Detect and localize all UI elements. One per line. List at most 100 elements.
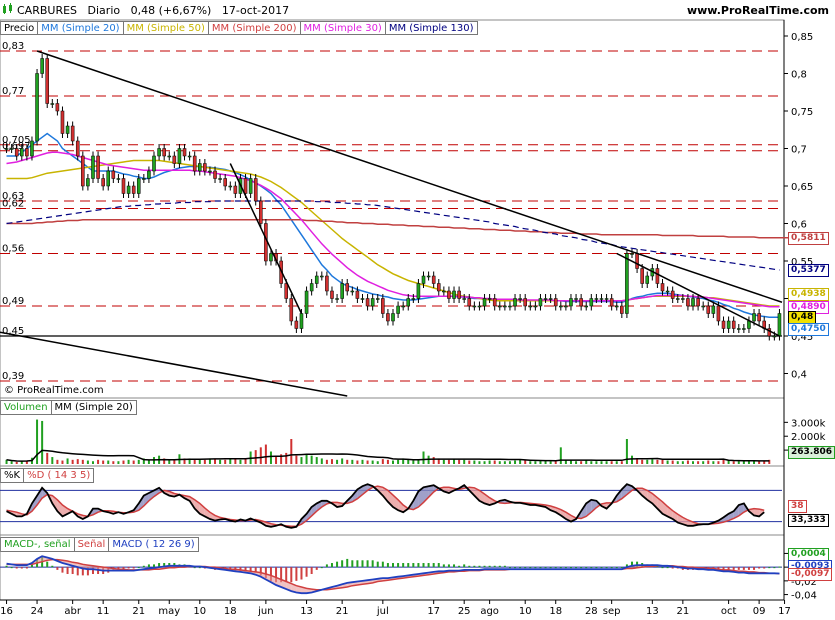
macd-hist-bar — [529, 567, 532, 569]
candles — [4, 54, 782, 341]
candle-body — [436, 283, 441, 292]
candle-body — [223, 178, 227, 187]
volume-bar — [36, 419, 39, 464]
candle-body — [233, 185, 238, 194]
volume-bar — [549, 461, 552, 464]
candle-body — [599, 298, 604, 300]
candle-body — [248, 178, 253, 194]
candle-body — [391, 313, 395, 322]
candle-body — [20, 148, 24, 157]
candle-body — [630, 253, 634, 255]
candle-body — [421, 275, 426, 284]
macd-hist-bar — [737, 567, 740, 570]
candle-body — [452, 290, 456, 299]
macd-hist-bar — [473, 565, 476, 568]
macd-hist-bar — [564, 567, 567, 569]
macd-hist-bar — [768, 567, 771, 569]
macd-hist-bar — [20, 567, 23, 569]
volume-bar — [86, 460, 89, 464]
macd-hist-bar — [498, 565, 501, 568]
macd-hist-bar — [519, 567, 522, 569]
candle-body — [472, 305, 477, 308]
candle-body — [665, 290, 670, 293]
macd-hist-bar — [524, 567, 527, 569]
macd-hist-bar — [285, 567, 288, 583]
volume-bar — [173, 459, 176, 464]
macd-hist-bar — [320, 567, 323, 569]
candle-body — [152, 155, 156, 172]
x-tick-label: 21 — [676, 606, 689, 617]
candle-body — [309, 283, 314, 292]
candle-body — [70, 125, 75, 142]
candle-body — [645, 275, 650, 284]
volume-bar — [117, 461, 120, 464]
macd-hist-bar — [503, 565, 506, 568]
macd-hist-bar — [554, 567, 557, 569]
candle-body — [635, 253, 639, 269]
volume-bar — [46, 452, 49, 464]
candle-body — [675, 298, 680, 300]
volume-bar — [625, 439, 628, 464]
macd-hist-bar — [773, 567, 776, 569]
macd-hist-bar — [5, 565, 8, 568]
macd-hist-bar — [483, 565, 486, 568]
volume-bar — [447, 459, 450, 464]
x-tick-label: 18 — [224, 606, 237, 617]
macd-hist-bar — [747, 567, 750, 570]
volume-bar — [371, 460, 374, 464]
macd-hist-bar — [330, 563, 333, 568]
volume-bar — [692, 461, 695, 464]
x-tick-label: abr — [64, 606, 81, 617]
candle-body — [9, 148, 14, 150]
candle-body — [747, 320, 751, 329]
candle-body — [55, 103, 60, 112]
volume-bar — [575, 461, 578, 464]
candle-body — [609, 298, 614, 307]
macd-hist-bar — [356, 560, 359, 568]
x-tick-label: 17 — [427, 606, 440, 617]
candle-body — [314, 275, 319, 284]
macd-hist-bar — [66, 567, 69, 574]
candle-body — [355, 290, 360, 299]
x-tick-label: 25 — [458, 606, 471, 617]
chart-svg[interactable]: 0,850,80,750,70,650,60,550,50,450,40,830… — [0, 0, 835, 620]
volume-bar — [641, 459, 644, 464]
macd-hist-bar — [753, 567, 756, 570]
candle-body — [670, 290, 675, 299]
vol-tick-label: 3.000k — [791, 418, 826, 429]
macd-hist-bar — [468, 565, 471, 568]
candle-body — [640, 268, 644, 284]
candle-body — [131, 185, 136, 194]
candle-body — [116, 178, 121, 180]
macd-hist-bar — [544, 567, 547, 569]
macd-hist-bar — [453, 564, 456, 568]
volume-bar — [41, 420, 44, 464]
candle-body — [660, 283, 665, 292]
volume-bar — [10, 461, 13, 464]
macd-hist-bar — [336, 561, 339, 568]
volume-bar — [397, 459, 400, 464]
volume-bar — [127, 459, 130, 464]
candle-body — [681, 298, 685, 300]
candle-body — [172, 155, 177, 164]
volume-bar — [407, 459, 410, 464]
vol-tick-label: 2.000k — [791, 432, 826, 443]
candle-body — [477, 305, 482, 308]
candle-body — [752, 313, 756, 322]
macd-hist-bar — [142, 565, 145, 568]
volume-bar — [203, 459, 206, 464]
candle-body — [182, 148, 187, 157]
volume-ma-line — [6, 449, 770, 462]
candle-body — [518, 298, 522, 300]
macd-hist-bar — [381, 561, 384, 568]
volume-last-tag: 263.806 — [788, 446, 835, 459]
volume-bar — [15, 461, 18, 464]
volume-bar — [651, 459, 654, 464]
candle-body — [462, 298, 466, 300]
volume-bar — [56, 459, 59, 464]
price-tick-label: 0,4 — [791, 370, 807, 381]
candle-body — [335, 298, 339, 300]
candle-body — [192, 155, 197, 172]
candle-body — [75, 140, 80, 157]
volume-bar — [112, 461, 115, 464]
